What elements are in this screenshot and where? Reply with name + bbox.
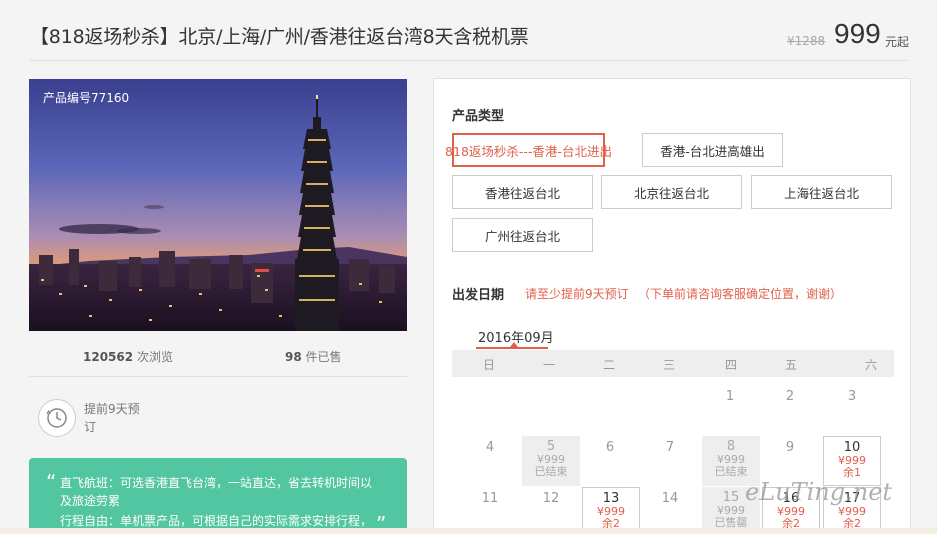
weekday-sun: 日 (482, 358, 495, 372)
left-divider (29, 376, 407, 377)
sold-count: 98 (285, 350, 302, 364)
option-guangzhou-taipei[interactable]: 广州往返台北 (452, 218, 593, 252)
advance-note: 请至少提前9天预订 (525, 287, 629, 301)
option-818-flash-sale[interactable]: 818返场秒杀---香港-台北进出 (445, 133, 612, 167)
option-beijing-taipei[interactable]: 北京往返台北 (601, 175, 742, 209)
quote-open-icon: “ (46, 470, 57, 494)
clock-icon (38, 399, 76, 437)
page-title: 【818返场秒杀】北京/上海/广州/香港往返台湾8天含税机票 (30, 26, 529, 48)
current-price: 999 (834, 18, 881, 49)
weekday-header: 日 一 二 三 四 五 六 (452, 350, 894, 377)
calendar-day: 14 (661, 491, 679, 506)
weekday-wed: 三 (662, 358, 675, 372)
option-hk-taipei[interactable]: 香港往返台北 (452, 175, 593, 209)
weekday-mon: 一 (542, 358, 555, 372)
original-price: ¥1288 (787, 34, 826, 48)
views-stat: 120562 次浏览 (83, 348, 173, 365)
calendar-day: 12 (542, 491, 560, 506)
month-underline (476, 347, 548, 349)
product-id-label: 产品编号77160 (43, 91, 130, 105)
weekday-sat: 六 (864, 358, 877, 372)
option-shanghai-taipei[interactable]: 上海往返台北 (751, 175, 892, 209)
taipei-skyline-image (29, 79, 407, 331)
views-label: 次浏览 (136, 350, 173, 364)
header-divider (30, 60, 907, 61)
advance-booking-text: 提前9天预订 (84, 402, 140, 434)
booking-panel: 产品类型 818返场秒杀---香港-台北进出 香港-台北进高雄出 香港往返台北 … (433, 78, 911, 534)
product-type-title: 产品类型 (452, 109, 505, 124)
feature-box: “ 直飞航班：可选香港直飞台湾，一站直达，省去转机时间以及旅途劳累 行程自由：单… (29, 458, 407, 534)
watermark: eLuTing.net (745, 478, 893, 506)
product-stats: 120562 次浏览 98 件已售 (29, 346, 407, 366)
weekday-tue: 二 (602, 358, 615, 372)
calendar-day: 7 (665, 440, 675, 455)
option-hk-taipei-kaohsiung[interactable]: 香港-台北进高雄出 (642, 133, 783, 167)
calendar-day-ended: 5 ¥999 已结束 (522, 436, 580, 486)
calendar-day: 3 (847, 389, 857, 404)
calendar-day: 2 (785, 389, 795, 404)
feature-direct-flight: 直飞航班：可选香港直飞台湾，一站直达，省去转机时间以及旅途劳累 (60, 476, 373, 508)
calendar-day: 1 (725, 389, 735, 404)
contact-note: （下单前请咨询客服确定位置，谢谢） (638, 287, 843, 301)
month-caret-icon (510, 342, 518, 347)
views-count: 120562 (83, 350, 134, 364)
calendar-day: 11 (481, 491, 499, 506)
calendar-day-available[interactable]: 13 ¥999 余2 (582, 487, 640, 534)
price-unit: 元起 (885, 35, 910, 49)
calendar-day: 4 (485, 440, 495, 455)
bottom-strip (0, 528, 937, 534)
product-photo[interactable]: 产品编号77160 (29, 79, 407, 331)
calendar-day: 6 (605, 440, 615, 455)
departure-date-title: 出发日期 (452, 288, 505, 303)
sold-stat: 98 件已售 (285, 348, 342, 365)
weekday-thu: 四 (724, 358, 737, 372)
sold-label: 件已售 (305, 350, 342, 364)
weekday-fri: 五 (784, 358, 797, 372)
